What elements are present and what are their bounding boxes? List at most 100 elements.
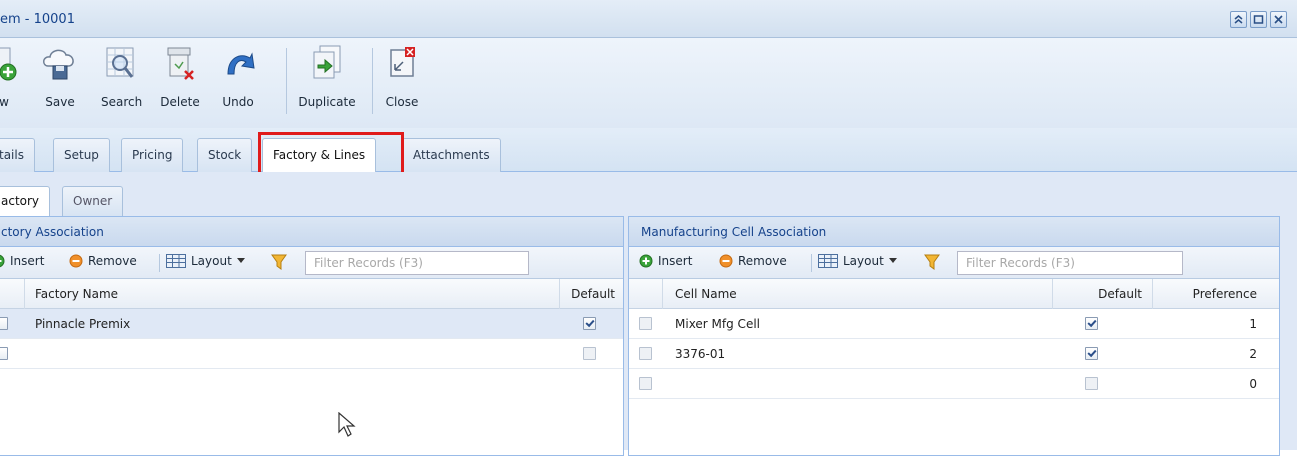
table-row[interactable]: 3376-01 2: [629, 339, 1279, 369]
layout-icon: [818, 254, 838, 268]
search-button[interactable]: Search: [101, 44, 143, 109]
factory-remove-button[interactable]: Remove: [69, 254, 137, 268]
factory-name-cell: Pinnacle Premix: [35, 317, 131, 331]
toolbar-separator: [372, 48, 373, 114]
undo-icon: [218, 44, 258, 86]
row-select-checkbox[interactable]: [639, 317, 652, 330]
remove-icon: [69, 254, 83, 268]
cell-insert-label: Insert: [658, 254, 693, 268]
cell-panel-title: Manufacturing Cell Association: [629, 217, 1279, 247]
table-row[interactable]: Pinnacle Premix: [0, 309, 623, 339]
factory-default-column-header[interactable]: Default: [560, 279, 623, 309]
cell-remove-label: Remove: [738, 254, 787, 268]
table-row[interactable]: [0, 339, 623, 369]
new-icon: [0, 44, 24, 86]
window-controls: [1230, 11, 1287, 28]
save-icon: [40, 44, 80, 86]
factory-filter-input[interactable]: [305, 251, 529, 275]
row-select-checkbox[interactable]: [0, 347, 8, 360]
tab-setup[interactable]: Setup: [53, 138, 110, 172]
main-toolbar: w Save Search Delete Undo Duplicate Clos…: [0, 38, 1297, 128]
factory-insert-button[interactable]: Insert: [0, 254, 44, 268]
layout-icon: [166, 254, 186, 268]
manufacturing-cell-panel: Manufacturing Cell Association Insert Re…: [628, 216, 1280, 456]
window-titlebar: em - 10001: [0, 0, 1297, 38]
factory-layout-label: Layout: [191, 254, 232, 268]
chevron-down-icon: [888, 258, 897, 263]
tab-stock[interactable]: Stock: [197, 138, 253, 172]
maximize-icon[interactable]: [1250, 11, 1267, 28]
cell-default-checkbox[interactable]: [1085, 317, 1098, 330]
collapse-icon[interactable]: [1230, 11, 1247, 28]
filter-icon[interactable]: [924, 254, 940, 271]
filter-icon[interactable]: [271, 254, 287, 271]
grid-toolbar-separator: [159, 254, 160, 272]
close-window-icon[interactable]: [1270, 11, 1287, 28]
toolbar-separator: [286, 48, 287, 114]
cell-grid-toolbar: Insert Remove Layout: [629, 247, 1279, 279]
main-tabstrip: tails Setup Pricing Stock Factory & Line…: [0, 128, 1297, 173]
remove-icon: [719, 254, 733, 268]
cell-select-column-header: [629, 279, 663, 309]
factory-name-column-header[interactable]: Factory Name: [25, 279, 560, 309]
duplicate-icon: [307, 44, 347, 86]
cell-layout-label: Layout: [843, 254, 884, 268]
undo-button[interactable]: Undo: [218, 44, 258, 109]
row-select-checkbox[interactable]: [0, 317, 8, 330]
factory-default-checkbox[interactable]: [583, 317, 596, 330]
save-label: Save: [45, 95, 75, 109]
window-title: em - 10001: [0, 12, 75, 27]
cell-name-cell: 3376-01: [675, 347, 726, 361]
tab-details[interactable]: tails: [0, 138, 35, 172]
duplicate-button[interactable]: Duplicate: [294, 44, 360, 109]
subtab-owner[interactable]: Owner: [62, 186, 124, 216]
undo-label: Undo: [222, 95, 254, 109]
factory-layout-button[interactable]: Layout: [166, 254, 245, 268]
grid-toolbar-separator: [811, 254, 812, 272]
cell-name-column-header[interactable]: Cell Name: [663, 279, 1053, 309]
factory-association-panel: ctory Association Insert Remove Layout F…: [0, 216, 624, 456]
factory-select-column-header: [0, 279, 25, 309]
cell-preference-cell: 2: [1249, 347, 1257, 361]
save-button[interactable]: Save: [40, 44, 80, 109]
cell-insert-button[interactable]: Insert: [639, 254, 692, 268]
cell-default-checkbox[interactable]: [1085, 347, 1098, 360]
tab-attachments[interactable]: Attachments: [402, 138, 501, 172]
close-label: Close: [385, 95, 419, 109]
cell-preference-cell: 1: [1249, 317, 1257, 331]
cell-grid-header: Cell Name Default Preference: [629, 279, 1279, 309]
delete-button[interactable]: Delete: [160, 44, 200, 109]
subtab-factory[interactable]: actory: [0, 186, 51, 217]
cell-preference-cell: 0: [1249, 377, 1257, 391]
insert-icon: [639, 254, 653, 268]
row-select-checkbox[interactable]: [639, 347, 652, 360]
delete-icon: [160, 44, 200, 86]
factory-default-checkbox[interactable]: [583, 347, 596, 360]
delete-label: Delete: [160, 95, 200, 109]
tab-pricing[interactable]: Pricing: [121, 138, 184, 172]
new-button[interactable]: w: [0, 44, 24, 109]
row-select-checkbox[interactable]: [639, 377, 652, 390]
factory-grid-toolbar: Insert Remove Layout: [0, 247, 623, 279]
cell-preference-column-header[interactable]: Preference: [1153, 279, 1265, 309]
factory-remove-label: Remove: [88, 254, 137, 268]
factory-panel-title: ctory Association: [0, 217, 623, 247]
chevron-down-icon: [236, 258, 245, 263]
factory-grid-header: Factory Name Default: [0, 279, 623, 309]
cell-default-column-header[interactable]: Default: [1053, 279, 1153, 309]
cell-layout-button[interactable]: Layout: [818, 254, 897, 268]
search-label: Search: [101, 95, 143, 109]
close-icon: [382, 44, 422, 86]
close-button[interactable]: Close: [381, 44, 423, 109]
new-label: w: [0, 95, 9, 109]
cell-default-checkbox[interactable]: [1085, 377, 1098, 390]
tab-factory-lines[interactable]: Factory & Lines: [262, 138, 377, 173]
table-row[interactable]: Mixer Mfg Cell 1: [629, 309, 1279, 339]
duplicate-label: Duplicate: [298, 95, 356, 109]
factory-insert-label: Insert: [10, 254, 45, 268]
cell-remove-button[interactable]: Remove: [719, 254, 787, 268]
insert-icon: [0, 254, 5, 268]
cell-filter-input[interactable]: [957, 251, 1183, 275]
cell-name-cell: Mixer Mfg Cell: [675, 317, 760, 331]
table-row[interactable]: 0: [629, 369, 1279, 399]
